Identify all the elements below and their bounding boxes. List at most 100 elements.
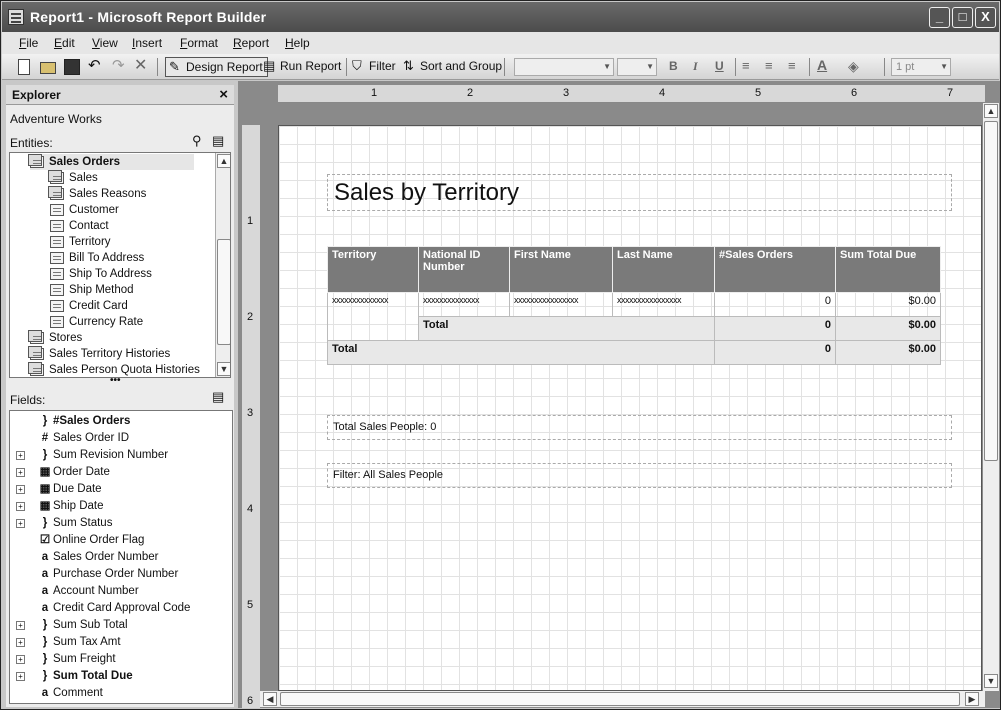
entity-item[interactable]: Territory bbox=[50, 234, 194, 250]
header-sales-orders[interactable]: #Sales Orders bbox=[714, 246, 836, 293]
filter-textbox[interactable]: Filter: All Sales People bbox=[327, 463, 952, 488]
close-icon[interactable]: × bbox=[219, 86, 228, 103]
open-icon[interactable] bbox=[40, 62, 56, 74]
menu-format[interactable]: Format bbox=[180, 36, 218, 50]
entity-item[interactable]: Customer bbox=[50, 202, 194, 218]
total-orders[interactable]: 0 bbox=[714, 340, 836, 365]
field-item[interactable]: + ▦ Due Date bbox=[10, 481, 230, 498]
subtotal-label[interactable]: Total bbox=[418, 316, 715, 341]
find-icon[interactable]: ⚲ bbox=[192, 133, 202, 149]
cell-first-name[interactable]: xxxxxxxxxxxxxxxx bbox=[509, 292, 613, 317]
new-icon[interactable] bbox=[18, 59, 30, 75]
sort-group-button[interactable]: ⇅ Sort and Group bbox=[400, 57, 506, 77]
cell-total-due[interactable]: $0.00 bbox=[835, 292, 941, 317]
sales-people-textbox[interactable]: Total Sales People: 0 bbox=[327, 415, 952, 440]
header-total-due[interactable]: Sum Total Due bbox=[835, 246, 941, 293]
bold-button[interactable]: B bbox=[669, 59, 678, 73]
delete-icon[interactable]: ✕ bbox=[134, 58, 150, 75]
redo-icon[interactable]: ↷ bbox=[112, 58, 128, 75]
field-item[interactable]: a Comment bbox=[10, 685, 230, 702]
menu-insert[interactable]: Insert bbox=[132, 36, 162, 50]
design-report-button[interactable]: ✎ Design Report bbox=[165, 57, 268, 77]
line-width-combo[interactable]: 1 pt ▼ bbox=[891, 58, 951, 76]
maximize-button[interactable]: □ bbox=[952, 7, 973, 28]
report-canvas[interactable]: Sales by Territory Territory National ID… bbox=[278, 125, 982, 691]
scroll-up-icon[interactable]: ▲ bbox=[984, 104, 998, 118]
menu-file[interactable]: File bbox=[19, 36, 38, 50]
field-item[interactable]: a Credit Card Approval Code bbox=[10, 600, 230, 617]
field-item[interactable]: +} Sum Total Due bbox=[10, 668, 230, 685]
field-item[interactable]: + ▦ Order Date bbox=[10, 464, 230, 481]
vertical-scrollbar[interactable]: ▲ ▼ bbox=[983, 103, 999, 691]
entity-item[interactable]: Currency Rate bbox=[50, 314, 194, 330]
menu-edit[interactable]: Edit bbox=[54, 36, 75, 50]
new-field-icon[interactable]: ▤ bbox=[212, 389, 224, 405]
scroll-left-icon[interactable]: ◀ bbox=[263, 692, 277, 706]
field-item[interactable]: a Purchase Order Number bbox=[10, 566, 230, 583]
field-item[interactable]: +} Sum Revision Number bbox=[10, 447, 230, 464]
filter-button[interactable]: ⛉ Filter bbox=[349, 57, 400, 77]
header-national-id[interactable]: National ID Number bbox=[418, 246, 510, 293]
menu-report[interactable]: Report bbox=[233, 36, 269, 50]
field-item[interactable]: +} Sum Status bbox=[10, 515, 230, 532]
expand-icon[interactable]: + bbox=[16, 468, 25, 477]
entities-scrollbar[interactable]: ▲ ▼ bbox=[215, 153, 230, 377]
expand-icon[interactable]: + bbox=[16, 485, 25, 494]
close-button[interactable]: X bbox=[975, 7, 996, 28]
field-item[interactable]: a Sales Order Number bbox=[10, 549, 230, 566]
expand-icon[interactable]: + bbox=[16, 519, 25, 528]
entity-item[interactable]: Sales bbox=[48, 170, 194, 186]
undo-icon[interactable]: ↶ bbox=[88, 58, 104, 75]
scroll-thumb[interactable] bbox=[984, 121, 998, 461]
field-item[interactable]: } #Sales Orders bbox=[10, 413, 230, 430]
scroll-right-icon[interactable]: ▶ bbox=[965, 692, 979, 706]
entity-item[interactable]: Credit Card bbox=[50, 298, 194, 314]
total-label[interactable]: Total bbox=[327, 340, 715, 365]
italic-button[interactable]: I bbox=[693, 59, 698, 74]
entity-item[interactable]: Sales Territory Histories bbox=[28, 346, 194, 362]
minimize-button[interactable]: _ bbox=[929, 7, 950, 28]
underline-button[interactable]: U bbox=[715, 59, 724, 73]
expand-icon[interactable]: + bbox=[16, 672, 25, 681]
save-icon[interactable] bbox=[64, 59, 80, 75]
scroll-thumb[interactable] bbox=[217, 239, 230, 345]
entity-item[interactable]: Stores bbox=[28, 330, 194, 346]
title-textbox[interactable]: Sales by Territory bbox=[327, 174, 952, 211]
entity-item[interactable]: Bill To Address bbox=[50, 250, 194, 266]
font-family-combo[interactable]: ▼ bbox=[514, 58, 614, 76]
font-size-combo[interactable]: ▼ bbox=[617, 58, 657, 76]
run-report-button[interactable]: ▤ Run Report bbox=[260, 57, 345, 77]
expand-icon[interactable]: + bbox=[16, 502, 25, 511]
cell-national-id[interactable]: xxxxxxxxxxxxxx bbox=[418, 292, 510, 317]
header-territory[interactable]: Territory bbox=[327, 246, 419, 293]
field-item[interactable]: +} Sum Tax Amt bbox=[10, 634, 230, 651]
fill-color-icon[interactable]: ◈ bbox=[848, 59, 864, 75]
entity-item[interactable]: Ship Method bbox=[50, 282, 194, 298]
expand-icon[interactable]: + bbox=[16, 638, 25, 647]
expand-icon[interactable]: + bbox=[16, 451, 25, 460]
field-item[interactable]: a Account Number bbox=[10, 583, 230, 600]
header-first-name[interactable]: First Name bbox=[509, 246, 613, 293]
scroll-up-icon[interactable]: ▲ bbox=[217, 154, 230, 168]
field-item[interactable]: ☑ Online Order Flag bbox=[10, 532, 230, 549]
cell-sales-orders[interactable]: 0 bbox=[714, 292, 836, 317]
cell-territory[interactable]: xxxxxxxxxxxxxx bbox=[327, 292, 419, 341]
entity-item[interactable]: Sales Reasons bbox=[48, 186, 194, 202]
header-last-name[interactable]: Last Name bbox=[612, 246, 715, 293]
field-item[interactable]: + ▦ Ship Date bbox=[10, 498, 230, 515]
total-due[interactable]: $0.00 bbox=[835, 340, 941, 365]
scroll-thumb[interactable] bbox=[280, 692, 960, 706]
menu-view[interactable]: View bbox=[92, 36, 118, 50]
field-item[interactable]: +} Sum Freight bbox=[10, 651, 230, 668]
cell-last-name[interactable]: xxxxxxxxxxxxxxxx bbox=[612, 292, 715, 317]
entity-item[interactable]: Ship To Address bbox=[50, 266, 194, 282]
field-item[interactable]: # Sales Order ID bbox=[10, 430, 230, 447]
align-center-icon[interactable]: ≡ bbox=[765, 59, 781, 75]
entity-item[interactable]: Contact bbox=[50, 218, 194, 234]
entity-item[interactable]: Sales Orders bbox=[28, 154, 194, 170]
splitter-grip[interactable]: ••• bbox=[110, 375, 121, 386]
scroll-down-icon[interactable]: ▼ bbox=[217, 362, 230, 376]
horizontal-scrollbar[interactable]: ◀ ▶ bbox=[260, 691, 985, 707]
align-left-icon[interactable]: ≡ bbox=[742, 59, 758, 75]
menu-help[interactable]: Help bbox=[285, 36, 310, 50]
